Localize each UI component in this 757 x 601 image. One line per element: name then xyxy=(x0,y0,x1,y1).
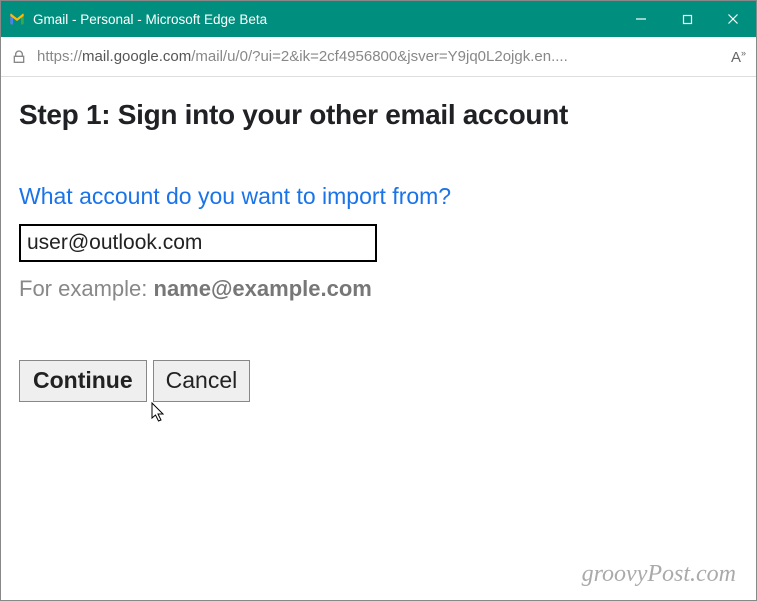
watermark-text: groovyPost.com xyxy=(582,561,736,588)
address-bar[interactable]: https://mail.google.com/mail/u/0/?ui=2&i… xyxy=(1,37,756,77)
url-text: https://mail.google.com/mail/u/0/?ui=2&i… xyxy=(37,48,721,65)
prompt-text: What account do you want to import from? xyxy=(19,183,738,210)
button-row: Continue Cancel xyxy=(19,360,738,402)
page-content: Step 1: Sign into your other email accou… xyxy=(1,77,756,402)
example-prefix: For example: xyxy=(19,276,154,301)
maximize-button[interactable] xyxy=(664,1,710,37)
page-heading: Step 1: Sign into your other email accou… xyxy=(19,99,738,131)
read-aloud-icon[interactable]: A» xyxy=(731,48,746,66)
email-input[interactable] xyxy=(19,224,377,262)
example-value: name@example.com xyxy=(154,276,372,301)
url-path: /mail/u/0/?ui=2&ik=2cf4956800&jsver=Y9jq… xyxy=(191,48,568,65)
window-title: Gmail - Personal - Microsoft Edge Beta xyxy=(33,12,267,27)
cancel-button[interactable]: Cancel xyxy=(153,360,251,402)
gmail-favicon-icon xyxy=(9,11,25,27)
url-host: mail.google.com xyxy=(82,48,191,65)
window-controls xyxy=(618,1,756,37)
example-hint: For example: name@example.com xyxy=(19,276,738,302)
close-button[interactable] xyxy=(710,1,756,37)
lock-icon xyxy=(11,49,27,65)
title-bar: Gmail - Personal - Microsoft Edge Beta xyxy=(1,1,756,37)
url-scheme: https:// xyxy=(37,48,82,65)
cursor-icon xyxy=(151,402,167,424)
continue-button[interactable]: Continue xyxy=(19,360,147,402)
minimize-button[interactable] xyxy=(618,1,664,37)
